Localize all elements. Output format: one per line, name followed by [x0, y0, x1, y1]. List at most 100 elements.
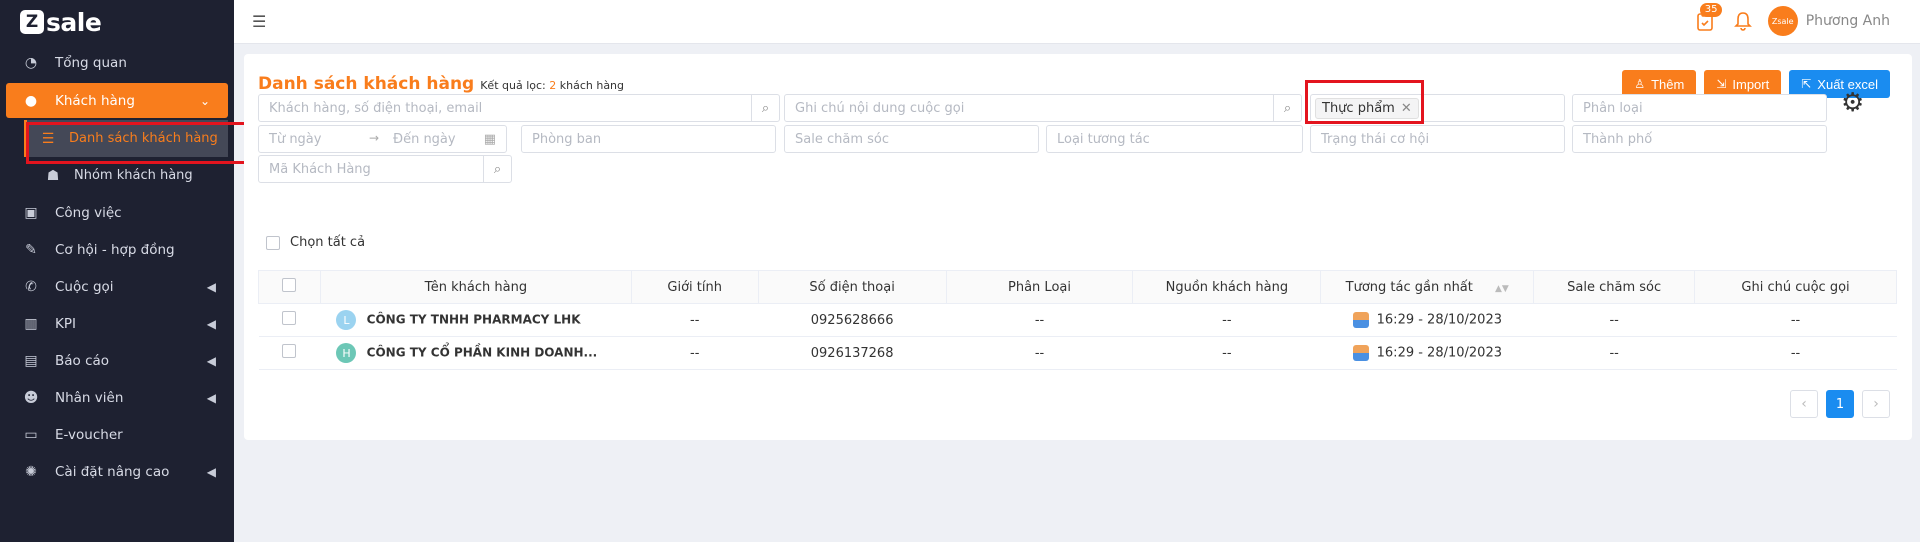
- pagination: ‹ 1 ›: [1782, 390, 1890, 418]
- filter-result-suffix: khách hàng: [559, 79, 625, 92]
- sidebar-item-calls[interactable]: ✆ Cuộc gọi ◀: [0, 268, 234, 305]
- phone-icon: ✆: [25, 278, 37, 295]
- import-icon: ⇲: [1716, 77, 1727, 91]
- column-header-sortable[interactable]: Tương tác gần nhất ▲▼: [1320, 270, 1535, 304]
- sidebar-item-advanced-settings[interactable]: ✺ Cài đặt nâng cao ◀: [0, 453, 234, 490]
- logo-text: sale: [46, 7, 102, 37]
- gear-icon[interactable]: ⚙: [1841, 88, 1864, 118]
- header-checkbox[interactable]: [282, 278, 297, 292]
- customer-name[interactable]: CÔNG TY CỔ PHẦN KINH DOANH...: [367, 346, 598, 360]
- source-cell: --: [1132, 303, 1321, 337]
- tasks-button[interactable]: 35: [1692, 3, 1723, 36]
- select-all[interactable]: Chọn tất cả: [266, 235, 365, 250]
- row-checkbox[interactable]: [282, 311, 297, 325]
- gender-cell: --: [631, 336, 759, 370]
- avatar[interactable]: Zsale: [1767, 6, 1798, 36]
- category-cell: --: [946, 303, 1133, 337]
- last-interaction-cell: 16:29 - 28/10/2023: [1320, 336, 1534, 370]
- hamburger-icon[interactable]: ☰: [252, 12, 266, 31]
- column-header[interactable]: Giới tính: [630, 270, 759, 304]
- sidebar-item-customer-groups[interactable]: ☗ Nhóm khách hàng: [0, 157, 234, 194]
- close-icon[interactable]: ✕: [1401, 101, 1412, 116]
- interaction-type-select[interactable]: Loại tương tác: [1046, 125, 1303, 153]
- sidebar-item-label: Công việc: [55, 204, 122, 221]
- interaction-user-icon: [1352, 345, 1369, 361]
- report-icon: ▤: [24, 352, 38, 369]
- sidebar-item-customer-list[interactable]: ☰ Danh sách khách hàng: [24, 120, 228, 157]
- prev-page-button[interactable]: ‹: [1790, 390, 1818, 418]
- notifications-button[interactable]: [1730, 6, 1756, 36]
- group-icon: ☗: [46, 167, 60, 184]
- sidebar-item-staff[interactable]: ☻ Nhân viên ◀: [0, 379, 234, 416]
- calendar-icon[interactable]: ▦: [484, 132, 496, 147]
- customer-search-placeholder: Khách hàng, số điện thoại, email: [269, 100, 483, 116]
- department-select[interactable]: Phòng ban: [521, 125, 776, 153]
- category-placeholder: Phân loại: [1583, 100, 1643, 116]
- table-row[interactable]: H CÔNG TY CỔ PHẦN KINH DOANH... -- 09261…: [258, 336, 1897, 370]
- select-all-checkbox[interactable]: [266, 235, 280, 250]
- column-header[interactable]: Tên khách hàng: [319, 270, 632, 304]
- dashboard-icon: ◔: [24, 54, 38, 71]
- sidebar-item-evoucher[interactable]: ▭ E-voucher: [0, 416, 234, 453]
- add-button-label: Thêm: [1651, 76, 1685, 92]
- bell-icon: [1733, 12, 1752, 31]
- sidebar-item-reports[interactable]: ▤ Báo cáo ◀: [0, 342, 234, 379]
- user-name[interactable]: Phương Anh: [1806, 13, 1890, 29]
- customer-list-panel: Danh sách khách hàng Kết quả lọc: 2 khác…: [244, 54, 1912, 440]
- sale-select[interactable]: Sale chăm sóc: [784, 125, 1039, 153]
- sidebar-item-label: Danh sách khách hàng: [69, 131, 218, 146]
- header-checkbox-cell: [258, 270, 321, 304]
- date-range-input[interactable]: Từ ngày → Đến ngày ▦: [258, 125, 507, 153]
- chevron-left-icon: ◀: [206, 353, 216, 368]
- search-icon[interactable]: ⌕: [1273, 95, 1301, 121]
- filter-result-prefix: Kết quả lọc:: [480, 79, 546, 92]
- customer-avatar: L: [336, 310, 357, 330]
- sidebar-item-overview[interactable]: ◔ Tổng quan: [0, 44, 234, 81]
- sidebar-item-customers[interactable]: ● Khách hàng ⌄: [6, 83, 228, 118]
- column-header[interactable]: Ghi chú cuộc gọi: [1694, 270, 1897, 304]
- column-header[interactable]: Sale chăm sóc: [1533, 270, 1696, 304]
- staff-icon: ☻: [23, 389, 39, 406]
- from-date-placeholder[interactable]: Từ ngày: [269, 132, 321, 147]
- to-date-placeholder[interactable]: Đến ngày: [393, 132, 456, 147]
- sort-icon[interactable]: ▲▼: [1495, 284, 1509, 294]
- sidebar-item-opportunities[interactable]: ✎ Cơ hội - hợp đồng: [0, 231, 234, 268]
- page-button-current[interactable]: 1: [1826, 390, 1854, 418]
- opportunity-status-select[interactable]: Trạng thái cơ hội: [1310, 125, 1565, 153]
- sidebar-item-label: Cài đặt nâng cao: [55, 463, 170, 480]
- next-page-button[interactable]: ›: [1862, 390, 1890, 418]
- search-icon[interactable]: ⌕: [483, 156, 511, 182]
- row-checkbox-cell: [258, 303, 321, 337]
- tag-filter-select[interactable]: Thực phẩm ✕: [1310, 94, 1565, 122]
- user-icon: ●: [24, 92, 38, 109]
- column-header[interactable]: Phân Loại: [945, 270, 1134, 304]
- table-header-row: Tên khách hàng Giới tính Số điện thoại P…: [258, 270, 1897, 304]
- tag-chip-label: Thực phẩm: [1322, 100, 1395, 116]
- select-all-label: Chọn tất cả: [290, 235, 366, 250]
- customer-name-cell[interactable]: L CÔNG TY TNHH PHARMACY LHK: [320, 303, 632, 337]
- sidebar-item-tasks[interactable]: ▣ Công việc: [0, 194, 234, 231]
- sidebar-item-label: Tổng quan: [55, 54, 127, 71]
- city-select[interactable]: Thành phố: [1572, 125, 1827, 153]
- app-logo[interactable]: Z sale: [0, 0, 234, 44]
- customer-code-input[interactable]: Mã Khách Hàng ⌕: [258, 155, 512, 183]
- customer-name[interactable]: CÔNG TY TNHH PHARMACY LHK: [367, 313, 581, 327]
- last-interaction-time: 16:29 - 28/10/2023: [1376, 312, 1502, 328]
- call-note-search-input[interactable]: Ghi chú nội dung cuộc gọi ⌕: [784, 94, 1302, 122]
- sidebar-item-kpi[interactable]: ▥ KPI ◀: [0, 305, 234, 342]
- column-header[interactable]: Nguồn khách hàng: [1132, 270, 1322, 304]
- table-row[interactable]: L CÔNG TY TNHH PHARMACY LHK -- 092562866…: [258, 303, 1897, 337]
- category-select[interactable]: Phân loại: [1572, 94, 1827, 122]
- filter-result: Kết quả lọc: 2 khách hàng: [480, 79, 624, 92]
- row-checkbox[interactable]: [282, 344, 297, 358]
- customer-search-input[interactable]: Khách hàng, số điện thoại, email ⌕: [258, 94, 780, 122]
- sidebar-item-label: Báo cáo: [55, 352, 110, 369]
- search-icon[interactable]: ⌕: [751, 95, 779, 121]
- chevron-down-icon: ⌄: [199, 93, 210, 108]
- opportunity-status-placeholder: Trạng thái cơ hội: [1321, 131, 1430, 147]
- contract-icon: ✎: [25, 241, 37, 258]
- gender-cell: --: [631, 303, 759, 337]
- column-header[interactable]: Số điện thoại: [757, 270, 947, 304]
- customer-name-cell[interactable]: H CÔNG TY CỔ PHẦN KINH DOANH...: [320, 336, 632, 370]
- settings-icon: ✺: [25, 463, 37, 480]
